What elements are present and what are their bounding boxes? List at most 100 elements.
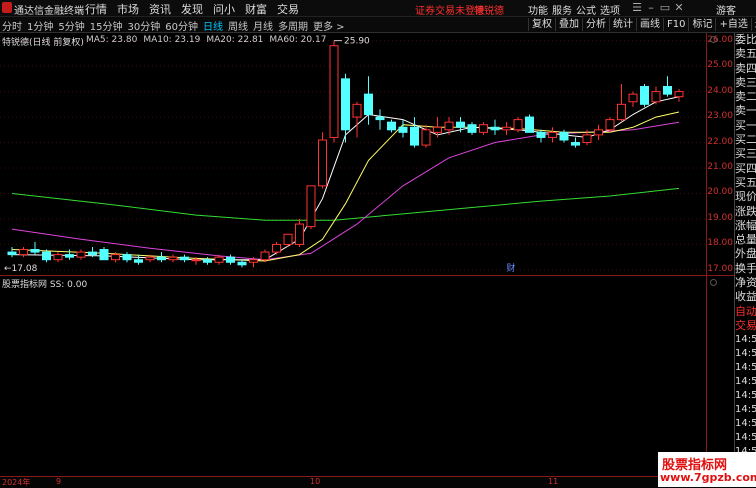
quote-panel: 委比 卖五 卖四 卖三 卖二 卖一 买一 买二 买三 买四 买五 现价 涨跌 涨幅 总量 外盘 换手 净资 收益 自动… [734, 33, 756, 487]
quote-row-label: 买四 [735, 161, 756, 175]
candle-body [605, 119, 615, 131]
watermark: 股票指标网 www.7gpzb.com [658, 452, 756, 487]
indicator-axis [706, 276, 735, 476]
candle-body [525, 116, 534, 133]
quote-row-label: 外盘 [735, 247, 756, 261]
period-tab-1[interactable]: 1分钟 [27, 18, 53, 33]
menu-formulas[interactable]: 公式 [576, 2, 596, 17]
period-tab-9[interactable]: 多周期 [278, 18, 308, 33]
candle-body [502, 126, 511, 131]
period-tab-6[interactable]: 日线 [203, 18, 223, 33]
candle-body [76, 251, 86, 258]
candle-body [548, 131, 557, 138]
candle-body [42, 251, 51, 261]
statistics-button[interactable]: 统计 [609, 18, 636, 31]
menu-functions[interactable]: 功能 [528, 2, 548, 17]
f10-button[interactable]: F10 [663, 18, 688, 31]
candle-body [444, 121, 454, 131]
candle-body [306, 185, 316, 228]
pane-settings-icon[interactable] [710, 36, 717, 43]
finance-marker[interactable]: 财 [507, 262, 516, 274]
candlestick-chart[interactable]: 25.90 ←17.08 财 [0, 33, 733, 275]
candle-body [65, 254, 74, 258]
candle-body [295, 223, 304, 245]
period-tab-7[interactable]: 周线 [228, 18, 248, 33]
quote-row-label: 涨幅 [735, 218, 756, 232]
tick-time: 14:5 [735, 390, 756, 402]
candle-body [467, 124, 477, 133]
price-tick: 17.00 [707, 263, 733, 274]
candle-body [536, 131, 546, 138]
period-tab-2[interactable]: 5分钟 [58, 18, 84, 33]
candle-body [88, 251, 97, 256]
overlay-button[interactable]: 叠加 [555, 18, 582, 31]
candle-body [157, 256, 166, 261]
candle-body [191, 259, 201, 262]
price-tick: 21.00 [707, 162, 733, 172]
candle-body [30, 249, 40, 253]
pane-divider [0, 275, 734, 276]
candle-body [341, 78, 350, 131]
quote-row-label: 净资 [735, 276, 756, 290]
candle-body [640, 85, 649, 105]
high-price-label: 25.90 [344, 37, 370, 47]
period-tab-3[interactable]: 15分钟 [90, 18, 123, 33]
candle-body [318, 139, 327, 187]
period-tab-8[interactable]: 月线 [253, 18, 273, 33]
menu-icon[interactable]: ☰ [630, 1, 644, 14]
candle-body [19, 249, 28, 256]
tick-time: 14:5 [735, 376, 756, 388]
candle-body [180, 256, 189, 261]
candle-body [421, 129, 431, 146]
candle-body [237, 261, 247, 266]
mark-button[interactable]: 标记 [688, 18, 715, 31]
quote-row-label: 卖四 [735, 61, 756, 75]
current-stock-link[interactable]: 特锐德 [474, 2, 504, 17]
menu-services[interactable]: 服务 [552, 2, 572, 17]
ma10-label: MA10: 23.19 [143, 35, 201, 45]
candle-body [456, 121, 465, 128]
price-axis: 26.00 25.00 24.00 23.00 22.00 21.00 20.00 19.00… [706, 33, 735, 275]
guest-user[interactable]: 游客 [716, 2, 736, 17]
app-logo-icon [2, 2, 12, 13]
period-tab-10[interactable]: 更多 > [313, 18, 345, 33]
price-tick: 22.00 [707, 136, 733, 147]
price-tick: 20.00 [707, 187, 733, 198]
candle-body [571, 142, 580, 146]
menu-options[interactable]: 选项 [600, 2, 620, 17]
candle-body [203, 259, 212, 263]
period-tab-4[interactable]: 30分钟 [127, 18, 160, 33]
period-tab-5[interactable]: 60分钟 [165, 18, 198, 33]
minimize-icon[interactable]: – [644, 1, 658, 14]
candle-body [617, 103, 626, 121]
draw-line-button[interactable]: 画线 [636, 18, 663, 31]
add-watchlist-button[interactable]: +自选 [715, 18, 750, 31]
candle-body [410, 126, 419, 146]
candle-body [674, 91, 684, 98]
close-icon[interactable]: ✕ [672, 1, 686, 14]
candle-body [651, 91, 661, 103]
period-tab-0[interactable]: 分时 [2, 18, 22, 33]
quote-row-label: 买五 [735, 175, 756, 189]
analysis-button[interactable]: 分析 [582, 18, 609, 31]
candle-body [7, 251, 17, 256]
indicator-settings-icon[interactable] [710, 279, 717, 286]
candle-body [272, 243, 281, 253]
price-tick: 25.00 [707, 60, 733, 71]
candle-body [663, 85, 672, 95]
period-toolbar: 分时 1分钟 5分钟 15分钟 30分钟 60分钟 日线 周线 月线 多周期 更多 > 复权 叠加 … [0, 17, 756, 33]
candle-body [329, 45, 339, 138]
candle-body [513, 119, 523, 131]
maximize-icon[interactable]: ▭ [658, 1, 672, 14]
back-button[interactable]: 返回 [750, 18, 756, 31]
price-tick: 18.00 [707, 238, 733, 249]
period-tabs: 分时 1分钟 5分钟 15分钟 30分钟 60分钟 日线 周线 月线 多周期 更多 > [2, 18, 350, 33]
quote-row-label: 买二 [735, 133, 756, 147]
candle-body [145, 256, 155, 261]
candle-body [168, 256, 178, 261]
tick-time: 14:5 [735, 362, 756, 374]
quote-row-label: 总量 [735, 233, 756, 247]
adjust-button[interactable]: 复权 [528, 18, 555, 31]
candle-body [122, 254, 132, 261]
tick-time: 14:5 [735, 334, 756, 346]
